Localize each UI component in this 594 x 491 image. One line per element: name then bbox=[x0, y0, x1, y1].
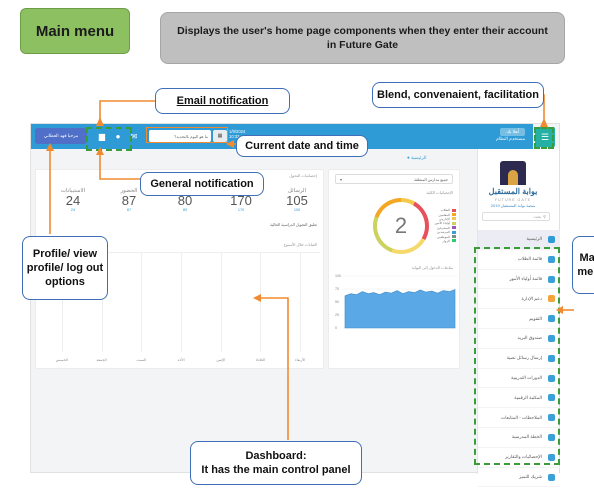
area-series bbox=[344, 289, 456, 329]
chevron-down-icon: ▾ bbox=[340, 177, 342, 182]
description-box: Displays the user's home page components… bbox=[160, 12, 565, 64]
corner-button-highlight bbox=[534, 127, 554, 149]
profile-callout: Profile/ view profile/ log out options bbox=[22, 236, 108, 300]
legend-label: المعلمين bbox=[438, 212, 450, 217]
email-callout-text: Email notification bbox=[176, 94, 269, 107]
dashboard-callout-title: Dashboard: bbox=[245, 449, 307, 462]
sidebar-search-input[interactable]: بحث ⚲ bbox=[482, 212, 550, 221]
legend-swatch bbox=[452, 239, 456, 243]
annotated-page: Main menu Displays the user's home page … bbox=[0, 0, 594, 491]
logo-text-en: FUTURE GATE bbox=[494, 198, 532, 202]
legend-swatch bbox=[452, 230, 456, 234]
legend-swatch bbox=[452, 226, 456, 230]
legend-label: المرشدين bbox=[436, 230, 450, 235]
donut-value: 2 bbox=[377, 202, 425, 250]
stat-value: 170 bbox=[230, 193, 252, 208]
donut-legend: الطلاب المعلمين الإداريين أولياء الأمور المش… bbox=[435, 208, 456, 243]
area-chart-svg bbox=[343, 275, 457, 329]
area-chart: 100 75 50 25 0 bbox=[333, 274, 457, 338]
legend-label: المشرفين bbox=[436, 225, 450, 230]
dashboard-callout-desc: It has the main control panel bbox=[201, 464, 351, 476]
legend-swatch bbox=[452, 217, 456, 221]
logo-subtitle: منصة بوابة المستقبل 2019 bbox=[490, 203, 536, 208]
general-callout: General notification bbox=[140, 172, 264, 196]
logo-text-ar: بوابة المستقبل bbox=[488, 187, 538, 196]
main-menu-callout: Main menu bbox=[572, 236, 594, 294]
stat-small: 24 bbox=[70, 208, 76, 213]
date-time-callout: Current date and time bbox=[236, 135, 368, 157]
account-role: مستخدم النظام bbox=[496, 135, 525, 141]
bar-day-label: السبت bbox=[136, 358, 147, 362]
school-select-value: جميع مدارس المنطقة bbox=[414, 177, 448, 182]
stat-value: 105 bbox=[286, 193, 308, 208]
stat-small: 80 bbox=[182, 208, 188, 213]
page-title: Main menu bbox=[20, 8, 130, 54]
area-y-label: 25 bbox=[335, 313, 339, 317]
email-arrow bbox=[99, 100, 155, 124]
area-y-label: 75 bbox=[335, 287, 339, 291]
email-callout: Email notification bbox=[155, 88, 290, 114]
sidebar-item[interactable]: شريك التميز bbox=[478, 468, 560, 488]
school-select[interactable]: ▾ جميع مدارس المنطقة bbox=[335, 174, 453, 184]
date-time-highlight bbox=[146, 127, 228, 143]
dashboard-callout: Dashboard: It has the main control panel bbox=[190, 441, 362, 485]
menu-item-icon bbox=[548, 236, 555, 243]
bar-day-label: الخميس bbox=[55, 358, 68, 362]
bar-gridline bbox=[181, 253, 182, 352]
bar-gridline bbox=[260, 253, 262, 352]
bar-day-label: الإثنين bbox=[216, 358, 226, 362]
notification-icons-highlight bbox=[86, 127, 132, 151]
bar-gridline bbox=[141, 253, 143, 352]
bar-chart-title: الغيابات خلال الأسبوع bbox=[283, 243, 317, 247]
sidebar-item-label: الرئيسية bbox=[526, 236, 543, 242]
stat-small: 170 bbox=[237, 208, 245, 213]
stat-value: 24 bbox=[65, 193, 81, 208]
bar-gridline bbox=[220, 253, 222, 352]
legend-label: الموظفين bbox=[437, 234, 450, 239]
donut-chart: 2 bbox=[373, 198, 429, 254]
bar-day-label: الأربعاء bbox=[294, 358, 306, 362]
legend-item: الزوار bbox=[435, 239, 456, 243]
area-y-label: 50 bbox=[335, 300, 339, 304]
stat-card: الرسائل 105 100 bbox=[277, 188, 317, 212]
legend-label: أولياء الأمور bbox=[434, 221, 450, 226]
dashboard-side-panel: ▾ جميع مدارس المنطقة الإحصائيات الكلية 2 … bbox=[328, 169, 460, 369]
search-icon: ⚲ bbox=[543, 214, 546, 219]
account-label: أهلا بك bbox=[500, 128, 525, 136]
stat-card: الاستبيانات 24 24 bbox=[53, 188, 93, 212]
stats-note: تعليق التحويل الدراسية الحالية bbox=[270, 223, 317, 227]
sidebar-item[interactable]: تحديثات التطبيقات bbox=[478, 487, 560, 491]
menu-item-icon bbox=[548, 473, 555, 481]
search-placeholder: بحث bbox=[533, 214, 542, 219]
account-info: أهلا بك مستخدم النظام bbox=[496, 128, 525, 142]
stat-small: 100 bbox=[293, 208, 301, 213]
profile-menu-button[interactable]: مرحبا فهد العطاني bbox=[35, 128, 87, 144]
bar-day-label: الجمعة bbox=[96, 358, 107, 362]
stat-value: 87 bbox=[121, 193, 137, 208]
legend-label: الطلاب bbox=[440, 208, 450, 213]
main-menu-highlight bbox=[474, 247, 560, 465]
legend-swatch bbox=[452, 213, 456, 217]
stats-title: إحصائيات التحول bbox=[289, 173, 317, 178]
legend-label: الزوار bbox=[442, 238, 450, 243]
bar-day-label: الأحد bbox=[177, 358, 185, 362]
legend-swatch bbox=[452, 221, 456, 225]
area-chart-title: متابعات الدخول إلى البوابة bbox=[411, 266, 453, 270]
legend-swatch bbox=[452, 208, 456, 212]
blend-callout: Blend, convenaient, facilitation bbox=[372, 82, 544, 108]
logo-icon bbox=[500, 161, 526, 185]
breadcrumb-home: الرئيسية bbox=[410, 155, 427, 160]
bar-gridline bbox=[300, 253, 302, 352]
stat-small: 87 bbox=[126, 208, 132, 213]
legend-swatch bbox=[452, 235, 456, 239]
stat-value: 80 bbox=[177, 193, 193, 208]
breadcrumb[interactable]: ● الرئيسية bbox=[407, 155, 426, 161]
bar-day-label: الثلاثاء bbox=[255, 358, 265, 362]
donut-title: الإحصائيات الكلية bbox=[426, 191, 453, 195]
sidebar-item-label: شريك التميز bbox=[519, 473, 542, 479]
area-y-label: 100 bbox=[335, 274, 341, 278]
area-y-label: 0 bbox=[335, 326, 337, 330]
